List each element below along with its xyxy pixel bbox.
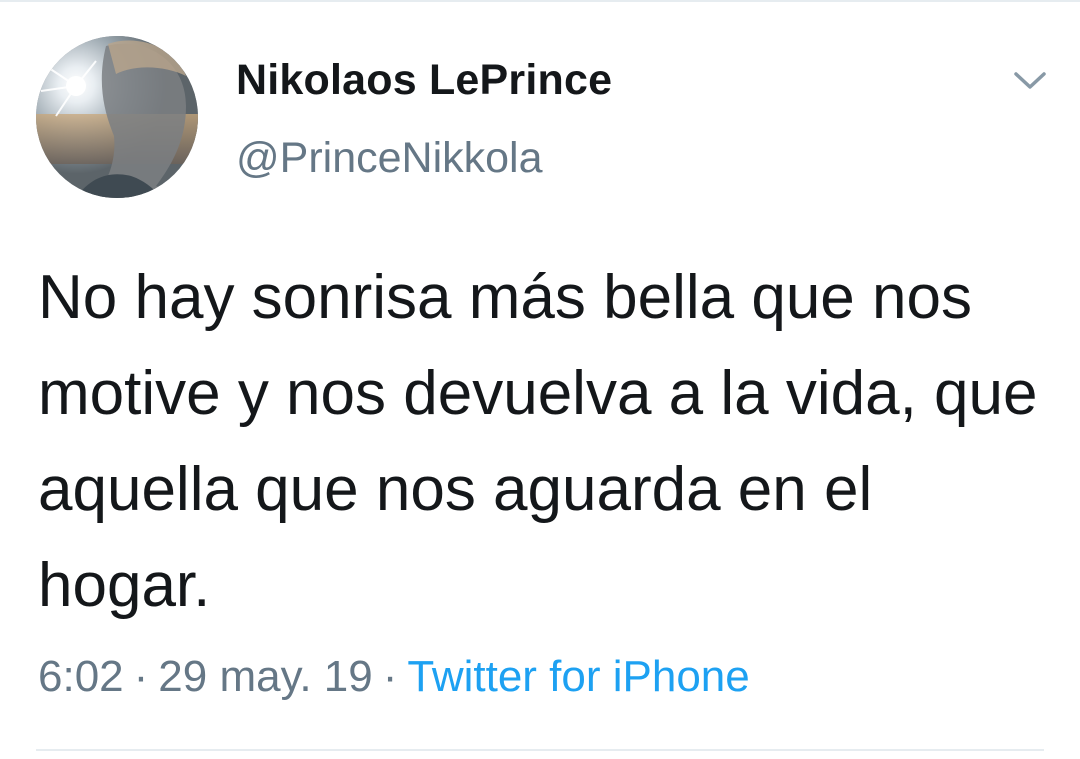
author-display-name[interactable]: Nikolaos LePrince — [236, 56, 612, 105]
tweet-meta: 6:02 · 29 may. 19 · Twitter for iPhone — [38, 652, 750, 702]
tweet-date: 29 may. 19 — [158, 652, 373, 701]
top-divider — [0, 0, 1080, 2]
tweet-text: No hay sonrisa más bella que nos motive … — [38, 263, 1038, 620]
tweet-source-link[interactable]: Twitter for iPhone — [407, 652, 749, 701]
author-handle[interactable]: @PrinceNikkola — [236, 134, 543, 183]
chevron-down-icon[interactable] — [1010, 64, 1050, 96]
avatar[interactable] — [36, 36, 198, 198]
bottom-divider — [36, 749, 1044, 751]
meta-separator: · — [133, 652, 149, 701]
meta-separator: · — [382, 652, 398, 701]
tweet-time: 6:02 — [38, 652, 124, 701]
avatar-image — [36, 36, 198, 198]
